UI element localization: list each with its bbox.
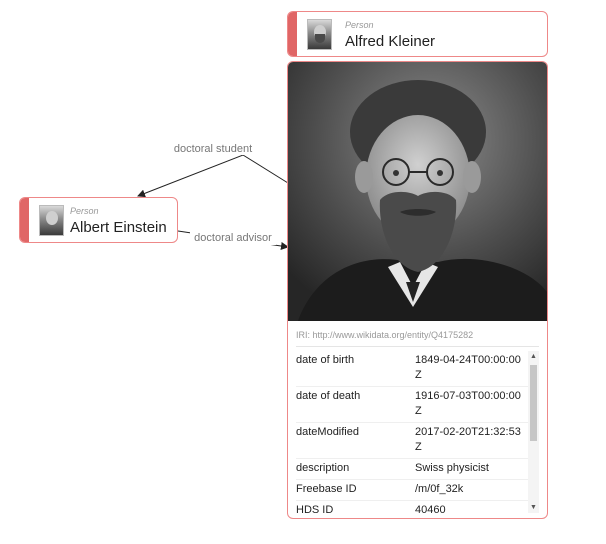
person-thumbnail-icon <box>307 19 332 50</box>
property-key: dateModified <box>296 426 359 438</box>
node-type-label: Person <box>70 206 99 216</box>
property-value: 1849-04-24T00:00:00Z <box>415 354 521 381</box>
node-name: Albert Einstein <box>70 219 167 236</box>
property-value: /m/0f_32k <box>415 483 464 495</box>
node-details-panel[interactable]: IRI: http://www.wikidata.org/entity/Q417… <box>287 61 548 519</box>
property-row: Freebase ID/m/0f_32k <box>296 480 528 501</box>
node-name: Alfred Kleiner <box>345 33 436 50</box>
edge-doctoral-advisor-label[interactable]: doctoral advisor <box>194 232 272 244</box>
edge-doctoral-student-label[interactable]: doctoral student <box>174 143 252 155</box>
property-value: 1916-07-03T00:00:00Z <box>415 390 521 417</box>
entity-iri[interactable]: IRI: http://www.wikidata.org/entity/Q417… <box>296 330 473 340</box>
node-type-stripe <box>288 12 297 56</box>
person-thumbnail-icon <box>39 205 64 236</box>
property-value: 40460 <box>415 504 446 513</box>
properties-scrollbar[interactable]: ▲ ▼ <box>528 351 539 513</box>
node-type-label: Person <box>345 20 374 30</box>
property-row: date of death 1916-07-03T00:00:00Z <box>296 387 528 423</box>
scroll-up-icon[interactable]: ▲ <box>528 351 539 362</box>
property-row: HDS ID 40460 <box>296 501 528 513</box>
edge-doctoral-student-line[interactable] <box>137 154 289 198</box>
property-key: Freebase ID <box>296 483 357 495</box>
property-key: description <box>296 462 350 474</box>
node-albert-einstein[interactable]: Person Albert Einstein <box>19 197 178 243</box>
divider <box>296 346 539 347</box>
property-row: description Swiss physicist <box>296 459 528 480</box>
property-row: date of birth 1849-04-24T00:00:00Z <box>296 351 528 387</box>
properties-table[interactable]: date of birth 1849-04-24T00:00:00Z date of… <box>296 351 540 513</box>
property-key: HDS ID <box>296 504 334 513</box>
property-row: dateModified 2017-02-20T21:32:53Z <box>296 423 528 459</box>
property-key: date of death <box>296 390 361 402</box>
property-value: 2017-02-20T21:32:53Z <box>415 426 521 453</box>
node-alfred-kleiner[interactable]: Person Alfred Kleiner <box>287 11 548 57</box>
scroll-thumb[interactable] <box>530 365 537 441</box>
property-value: Swiss physicist <box>415 462 489 474</box>
scroll-down-icon[interactable]: ▼ <box>528 502 539 513</box>
property-key: date of birth <box>296 354 355 366</box>
portrait-image <box>288 62 547 321</box>
node-type-stripe <box>20 198 29 242</box>
